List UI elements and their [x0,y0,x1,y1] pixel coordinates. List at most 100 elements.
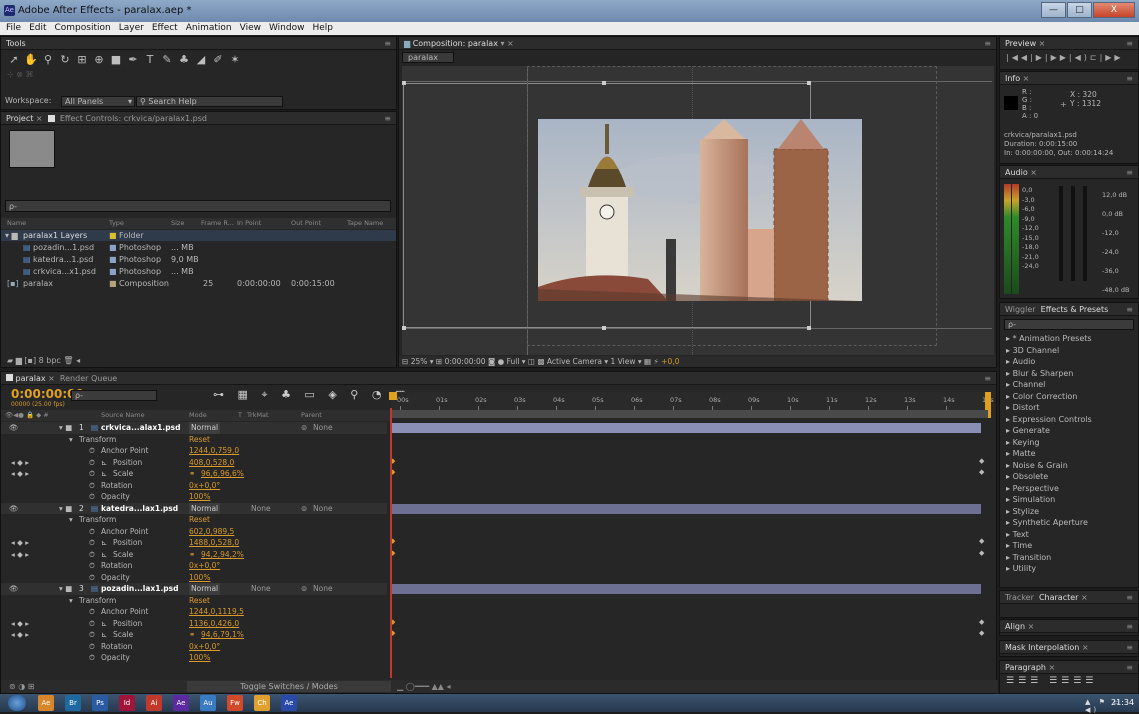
character-tab[interactable]: Character [1039,593,1079,602]
panel-menu-icon[interactable]: ≡ [1126,620,1133,632]
menu-view[interactable]: View [240,22,261,35]
toggle-pixel-icon[interactable]: ▦ [644,357,651,366]
camera-dropdown[interactable]: Active Camera [547,357,602,366]
property-row[interactable]: ⏱ Anchor Point 602,0,989,5 [1,526,387,538]
mode-dropdown[interactable]: Normal [189,583,221,595]
list-item[interactable]: ▤ crkvica...x1.psd ■ Photoshop... MB [1,266,396,277]
zoom-dropdown[interactable]: 25% [411,357,428,366]
col-name[interactable]: Name [7,218,26,229]
menu-file[interactable]: File [6,22,21,35]
project-tab[interactable]: Project [6,114,33,123]
taskbar-app-icon[interactable]: Ae [38,695,54,711]
effect-category-item[interactable]: ▸ Color Correction [1000,391,1138,403]
next-frame-icon[interactable]: |▶ [1045,53,1060,62]
trkmat-dropdown[interactable]: None [251,503,271,515]
maximize-button[interactable]: □ [1067,2,1092,18]
transparency-icon[interactable]: ▩ [537,357,544,366]
col-source-name[interactable]: Source Name [101,410,145,421]
work-area-bar[interactable] [391,410,988,418]
menu-edit[interactable]: Edit [29,22,46,35]
col-tape-name[interactable]: Tape Name [347,218,383,229]
effect-category-item[interactable]: ▸ Generate [1000,425,1138,437]
effects-presets-tab[interactable]: Effects & Presets [1041,305,1109,314]
workspace-dropdown[interactable]: All Panels ▾ [61,96,135,107]
menu-animation[interactable]: Animation [186,22,232,35]
start-button[interactable] [8,695,26,711]
brush-tool-icon[interactable]: ✎ [160,53,174,67]
property-value[interactable]: 94,2,94,2% [201,549,244,561]
current-time-indicator[interactable] [390,408,392,678]
minimize-button[interactable]: — [1041,2,1066,18]
keyframe-icon[interactable]: ◆ [979,457,984,465]
layer-name[interactable]: crkvica...alax1.psd [101,422,180,434]
menu-composition[interactable]: Composition [55,22,111,35]
reset-link[interactable]: Reset [189,514,210,526]
tracker-tab[interactable]: Tracker [1005,593,1034,602]
shape-tool-icon[interactable]: ■ [109,53,123,67]
work-area-start-handle[interactable] [389,392,397,400]
parent-dropdown[interactable]: None [313,503,333,515]
effects-search-input[interactable]: ρ- [1004,319,1134,330]
audio-sliders[interactable] [1055,186,1091,286]
prev-frame-icon[interactable]: ◀| [1021,53,1036,62]
layer-duration-bar[interactable] [391,423,981,433]
roi-icon[interactable]: ◫ [528,357,535,366]
property-value[interactable]: 100% [189,491,210,503]
property-value[interactable]: 1244,0,759,0 [189,445,239,457]
list-item[interactable]: ▾ ▆ paralax1 Layers ■ Folder [1,230,396,241]
effect-category-item[interactable]: ▸ Stylize [1000,506,1138,518]
effect-category-item[interactable]: ▸ Keying [1000,437,1138,449]
pen-tool-icon[interactable]: ✒ [126,53,140,67]
col-in-point[interactable]: In Point [237,218,261,229]
wiggler-tab[interactable]: Wiggler [1005,305,1036,314]
view-layout-dropdown[interactable]: 1 View [611,357,636,366]
menu-layer[interactable]: Layer [119,22,144,35]
mode-dropdown[interactable]: Normal [189,422,221,434]
taskbar-app-icon[interactable]: Au [200,695,216,711]
property-row[interactable]: ◂ ◆ ▸ ⏱ ⊾ Position 1136,0,426,0 [1,618,387,630]
new-folder-icon[interactable]: ▆ [16,356,22,365]
camera-tool-icon[interactable]: ⊞ [75,53,89,67]
transform-group-row[interactable]: ▾ Transform Reset [1,514,387,526]
layer-duration-bar[interactable] [391,584,981,594]
loop-icon[interactable]: ⊏ [1090,53,1100,62]
timeline-search-input[interactable]: ρ- [71,390,157,401]
parent-dropdown[interactable]: None [313,422,333,434]
effect-category-item[interactable]: ▸ Simulation [1000,494,1138,506]
clock[interactable]: 21:34 [1111,698,1134,707]
layer-row[interactable]: 👁 ▾ ■ 2 ▤ katedra...lax1.psd Normal None ⊚ None [1,502,387,515]
search-help-input[interactable]: ⚲ Search Help [136,96,283,107]
property-row[interactable]: ⏱ Opacity 100% [1,491,387,503]
property-value[interactable]: 100% [189,652,210,664]
property-value[interactable]: 0x+0,0° [189,480,220,492]
timeline-switch-icons[interactable]: ⊶ ▦ ⌖ ♣ ▭ ◈ ⚲ ◔ ▨ [213,388,410,402]
mask-interpolation-tab[interactable]: Mask Interpolation [1005,643,1079,652]
panel-menu-icon[interactable]: ≡ [1126,37,1133,49]
interpret-footage-icon[interactable]: ▰ [7,356,13,365]
col-type[interactable]: Type [109,218,124,229]
list-item[interactable]: ▤ pozadin...1.psd ■ Photoshop... MB [1,242,396,253]
property-row[interactable]: ⏱ Anchor Point 1244,0,1119,5 [1,606,387,618]
effect-category-item[interactable]: ▸ Transition [1000,552,1138,564]
col-frame-rate[interactable]: Frame R... [201,218,234,229]
col-t[interactable]: T [238,410,242,421]
effect-category-item[interactable]: ▸ Matte [1000,448,1138,460]
list-item[interactable]: [▪] paralax ■ Composition 25 0:00:00:00 0:00:1… [1,278,396,289]
resolution-dropdown[interactable]: Full [507,357,520,366]
always-preview-icon[interactable]: ⊟ [402,357,408,366]
panel-menu-icon[interactable]: ≡ [984,372,991,384]
layer-row[interactable]: 👁 ▾ ■ 1 ▤ crkvica...alax1.psd Normal ⊚ None [1,422,387,434]
audio-icon[interactable]: ◀) [1075,53,1090,62]
align-tab[interactable]: Align [1005,622,1025,631]
ram-preview-icon[interactable]: |▶▶ [1100,53,1124,62]
property-row[interactable]: ⏱ Rotation 0x+0,0° [1,641,387,653]
panel-menu-icon[interactable]: ≡ [1126,303,1133,315]
col-size[interactable]: Size [171,218,184,229]
toggle-switches-modes-button[interactable]: Toggle Switches / Modes [187,681,391,692]
effect-category-item[interactable]: ▸ Audio [1000,356,1138,368]
fast-preview-icon[interactable]: ⚡ [654,357,659,366]
property-value[interactable]: 96,6,96,6% [201,468,244,480]
transform-group-row[interactable]: ▾ Transform Reset [1,595,387,607]
panel-menu-icon[interactable]: ≡ [1126,661,1133,673]
layer-row[interactable]: 👁 ▾ ■ 3 ▤ pozadin...lax1.psd Normal None ⊚ None [1,583,387,595]
